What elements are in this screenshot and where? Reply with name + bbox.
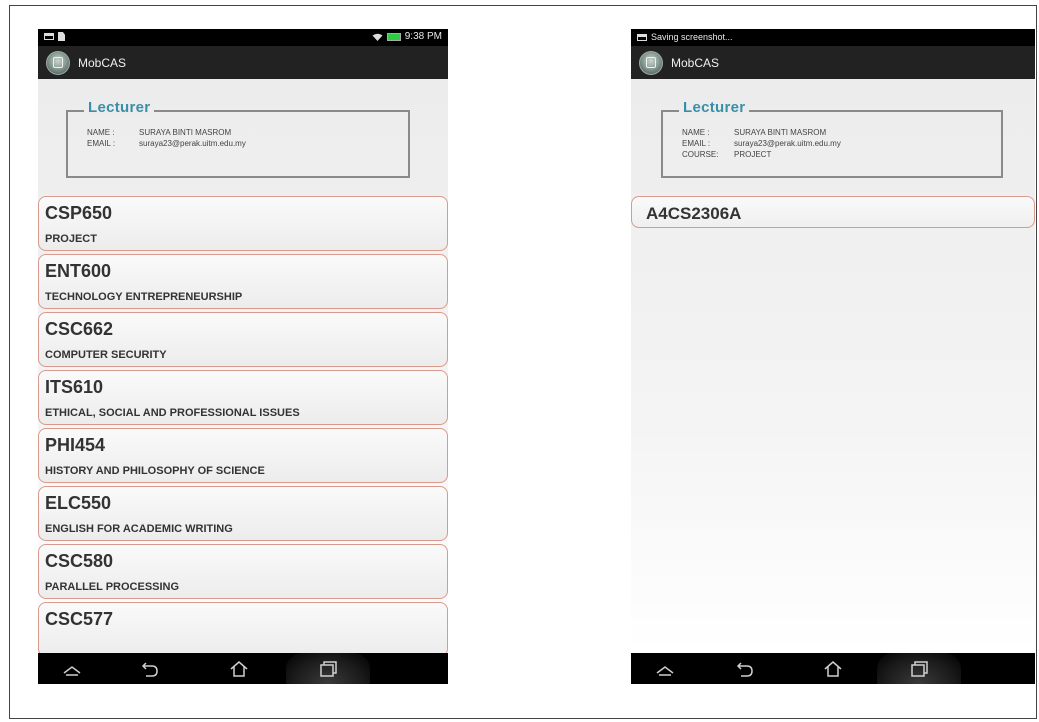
course-code: CSC580 xyxy=(45,551,114,571)
course-value: PROJECT xyxy=(734,150,772,159)
email-label: EMAIL : xyxy=(682,139,711,148)
name-label: NAME : xyxy=(87,128,115,137)
status-time: 9:38 PM xyxy=(404,31,442,42)
back-icon[interactable] xyxy=(725,653,765,684)
course-name: COMPUTER SECURITY xyxy=(45,349,167,361)
course-item[interactable]: CSP650 PROJECT xyxy=(38,196,448,251)
course-code: CSC662 xyxy=(45,319,114,339)
course-label: COURSE: xyxy=(682,150,719,159)
group-code: A4CS2306A xyxy=(646,204,742,223)
course-code: ITS610 xyxy=(45,377,104,397)
name-value: SURAYA BINTI MASROM xyxy=(734,128,827,137)
status-bar: Saving screenshot... xyxy=(631,29,1035,46)
course-name: ENGLISH FOR ACADEMIC WRITING xyxy=(45,523,233,535)
course-list: CSP650 PROJECT ENT600 TECHNOLOGY ENTREPR… xyxy=(38,196,448,653)
course-name: PROJECT xyxy=(45,233,97,245)
course-name: PARALLEL PROCESSING xyxy=(45,581,180,593)
notification-icon xyxy=(44,33,54,40)
action-bar: MobCAS xyxy=(38,46,448,79)
home-icon[interactable] xyxy=(219,653,259,684)
phone-group-list: Saving screenshot... MobCAS Lecturer NAM… xyxy=(631,29,1035,684)
email-value: suraya23@perak.uitm.edu.my xyxy=(139,139,246,148)
wifi-icon xyxy=(372,33,383,41)
battery-icon xyxy=(386,32,401,41)
lecturer-title: Lecturer xyxy=(679,99,795,116)
hide-icon[interactable] xyxy=(52,653,92,684)
navigation-bar xyxy=(631,653,1035,684)
email-value: suraya23@perak.uitm.edu.my xyxy=(734,139,841,148)
app-icon[interactable] xyxy=(46,50,70,75)
name-label: NAME : xyxy=(682,128,710,137)
course-item[interactable]: CSC580 PARALLEL PROCESSING xyxy=(38,544,448,599)
main-content: Lecturer NAME : SURAYA BINTI MASROM EMAI… xyxy=(631,79,1035,653)
course-code: ENT600 xyxy=(45,261,112,281)
recent-apps-icon[interactable] xyxy=(308,653,348,684)
lecturer-title: Lecturer xyxy=(84,99,200,116)
hide-icon[interactable] xyxy=(645,653,685,684)
email-label: EMAIL : xyxy=(87,139,116,148)
navigation-bar xyxy=(38,653,448,684)
lecturer-panel: Lecturer NAME : SURAYA BINTI MASROM EMAI… xyxy=(66,99,410,178)
course-item[interactable]: ITS610 ETHICAL, SOCIAL AND PROFESSIONAL … xyxy=(38,370,448,425)
course-item[interactable]: CSC577 xyxy=(38,602,448,653)
course-item[interactable]: PHI454 HISTORY AND PHILOSOPHY OF SCIENCE xyxy=(38,428,448,483)
course-code: CSC577 xyxy=(45,609,114,629)
file-icon xyxy=(58,32,65,41)
course-code: PHI454 xyxy=(45,435,106,455)
home-icon[interactable] xyxy=(813,653,853,684)
course-item[interactable]: ENT600 TECHNOLOGY ENTREPRENEURSHIP xyxy=(38,254,448,309)
action-bar: MobCAS xyxy=(631,46,1035,79)
app-title: MobCAS xyxy=(78,55,127,70)
screenshot-icon xyxy=(637,33,647,41)
name-value: SURAYA BINTI MASROM xyxy=(139,128,232,137)
recent-apps-icon[interactable] xyxy=(899,653,939,684)
lecturer-panel: Lecturer NAME : SURAYA BINTI MASROM EMAI… xyxy=(661,99,1003,178)
figure-frame: 9:38 PM MobCAS Lecturer NAME : SURAYA BI… xyxy=(9,5,1037,719)
app-icon[interactable] xyxy=(639,50,663,75)
course-code: ELC550 xyxy=(45,493,112,513)
course-item[interactable]: ELC550 ENGLISH FOR ACADEMIC WRITING xyxy=(38,486,448,541)
status-bar: 9:38 PM xyxy=(38,29,448,46)
group-item[interactable]: A4CS2306A xyxy=(631,196,1035,228)
status-text: Saving screenshot... xyxy=(651,32,733,42)
back-icon[interactable] xyxy=(130,653,170,684)
app-title: MobCAS xyxy=(671,55,720,70)
course-item[interactable]: CSC662 COMPUTER SECURITY xyxy=(38,312,448,367)
phone-course-list: 9:38 PM MobCAS Lecturer NAME : SURAYA BI… xyxy=(38,29,448,684)
course-name: HISTORY AND PHILOSOPHY OF SCIENCE xyxy=(45,465,265,477)
main-content: Lecturer NAME : SURAYA BINTI MASROM EMAI… xyxy=(38,79,448,653)
course-name: TECHNOLOGY ENTREPRENEURSHIP xyxy=(45,291,243,303)
course-code: CSP650 xyxy=(45,203,113,223)
course-name: ETHICAL, SOCIAL AND PROFESSIONAL ISSUES xyxy=(45,407,300,419)
